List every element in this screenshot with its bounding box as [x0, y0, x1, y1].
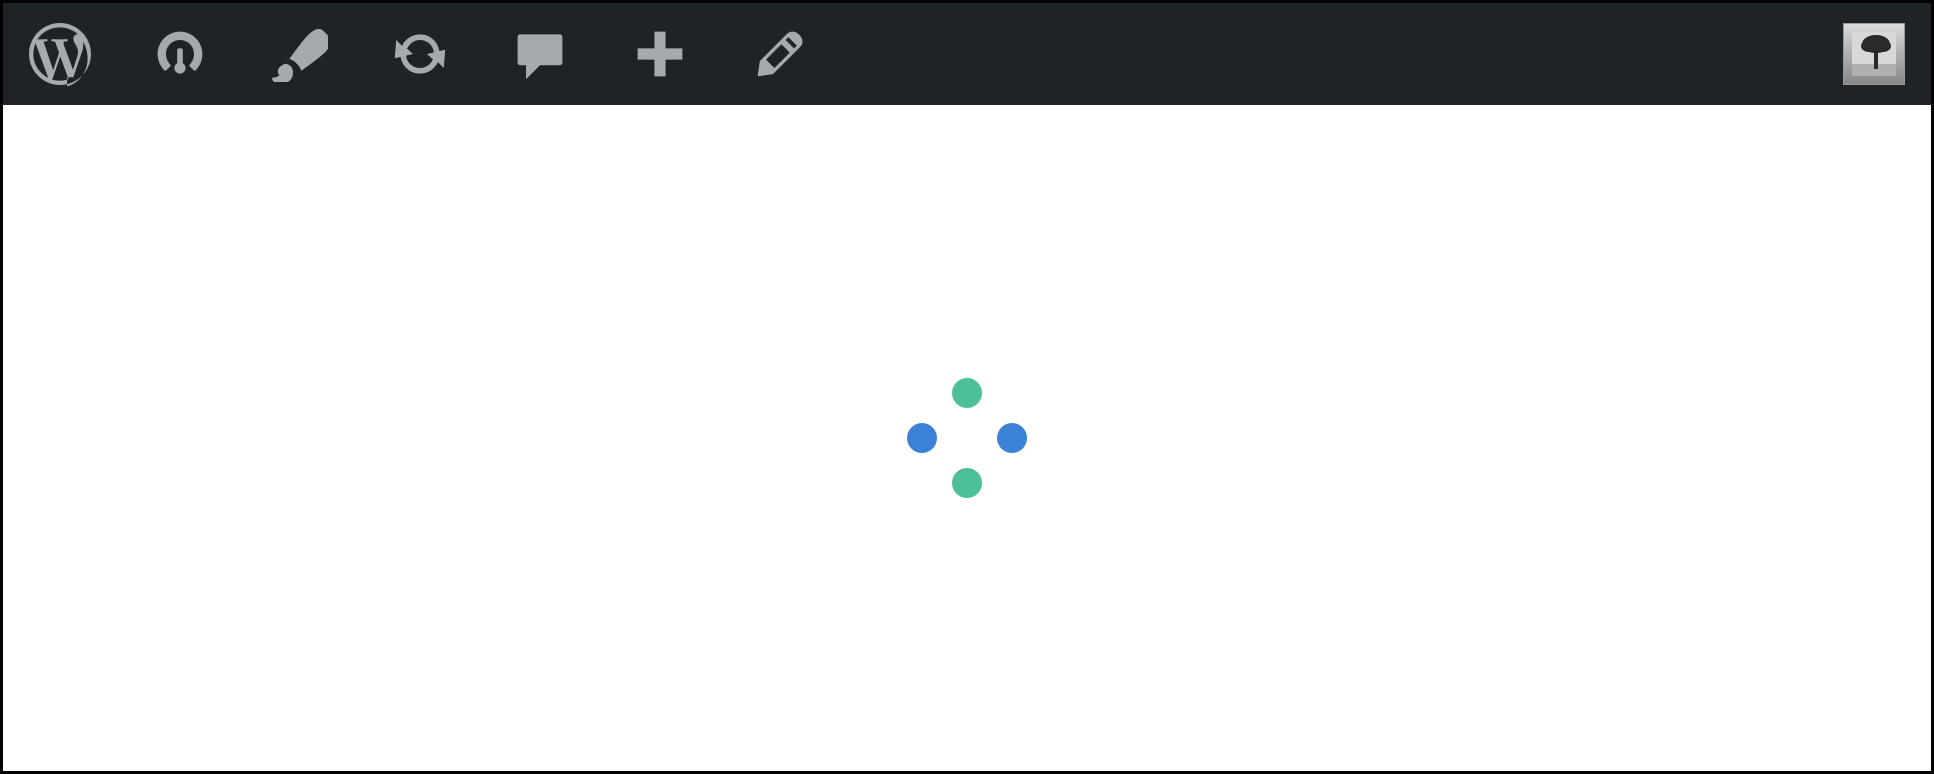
wordpress-icon	[29, 19, 91, 89]
refresh-icon	[392, 26, 448, 82]
spinner-dot-left	[907, 423, 937, 453]
spinner-dot-top	[952, 378, 982, 408]
new-content-menu[interactable]	[629, 23, 691, 85]
loading-spinner	[907, 378, 1027, 498]
comments-menu[interactable]	[509, 23, 571, 85]
spinner-dot-bottom	[952, 468, 982, 498]
comment-icon	[512, 26, 568, 82]
dashboard-menu[interactable]	[149, 23, 211, 85]
avatar-image	[1852, 32, 1896, 76]
updates-menu[interactable]	[389, 23, 451, 85]
brush-icon	[272, 26, 328, 82]
edit-menu[interactable]	[749, 23, 811, 85]
spinner-dot-right	[997, 423, 1027, 453]
plus-icon	[632, 26, 688, 82]
wordpress-logo-menu[interactable]	[29, 23, 91, 85]
user-avatar[interactable]	[1843, 23, 1905, 85]
admin-toolbar-right	[1843, 23, 1905, 85]
dashboard-icon	[152, 26, 208, 82]
pencil-icon	[752, 26, 808, 82]
admin-toolbar	[3, 3, 1931, 105]
admin-toolbar-left	[29, 23, 1785, 85]
customize-menu[interactable]	[269, 23, 331, 85]
main-content	[3, 105, 1931, 771]
